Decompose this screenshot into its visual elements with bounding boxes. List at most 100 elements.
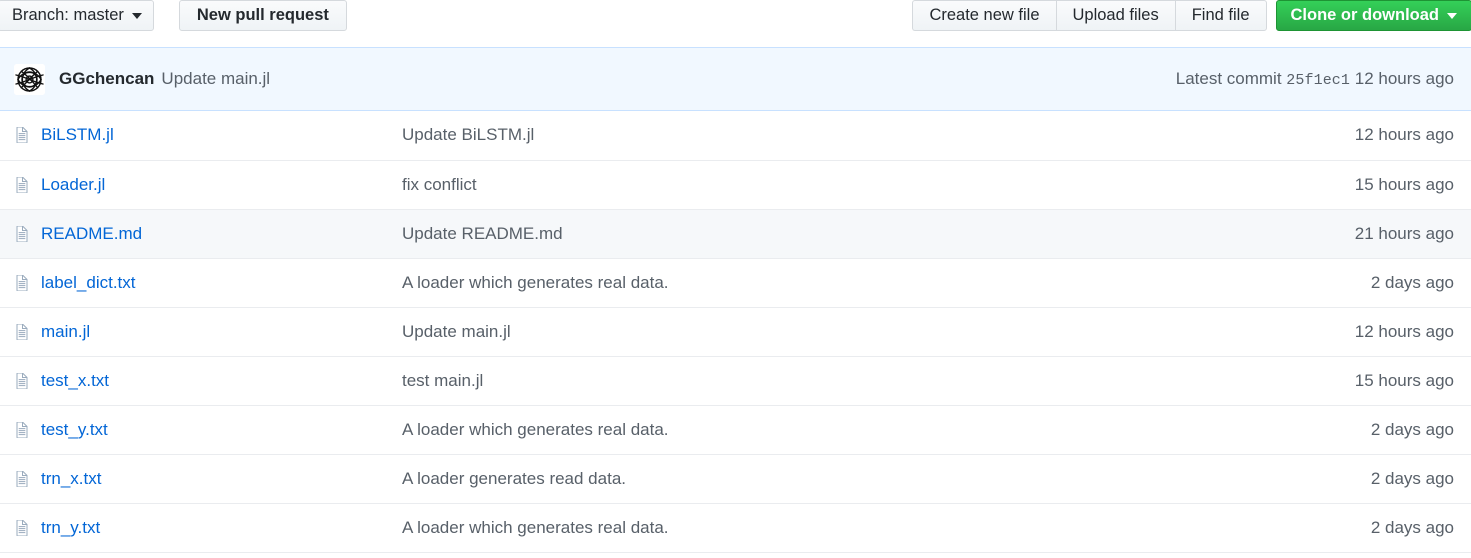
find-file-label: Find file bbox=[1191, 6, 1250, 24]
file-icon bbox=[14, 127, 41, 144]
file-name-cell: trn_y.txt bbox=[0, 503, 402, 553]
file-commit-message-link[interactable]: Update BiLSTM.jl bbox=[402, 125, 534, 144]
file-commit-age: 2 days ago bbox=[1370, 419, 1454, 439]
latest-commit-bar: GGchencan Update main.jl Latest commit 2… bbox=[0, 47, 1471, 111]
file-name-link[interactable]: test_y.txt bbox=[41, 420, 108, 440]
upload-files-button[interactable]: Upload files bbox=[1055, 0, 1175, 31]
file-icon bbox=[14, 323, 41, 340]
file-icon bbox=[14, 274, 41, 291]
commit-message-cell: A loader generates read data. bbox=[402, 454, 1263, 504]
file-commit-message-link[interactable]: fix conflict bbox=[402, 175, 477, 194]
file-commit-age: 2 days ago bbox=[1370, 517, 1454, 537]
file-commit-message-link[interactable]: A loader generates read data. bbox=[402, 469, 626, 488]
commit-age-cell: 2 days ago bbox=[1263, 503, 1471, 553]
commit-message-cell: Update README.md bbox=[402, 209, 1263, 259]
latest-commit-label: Latest commit bbox=[1175, 69, 1282, 88]
file-icon bbox=[14, 519, 41, 536]
table-row[interactable]: BiLSTM.jl Update BiLSTM.jl 12 hours ago bbox=[0, 111, 1471, 161]
toolbar-right-group: Create new file Upload files Find file C… bbox=[912, 0, 1471, 31]
latest-commit-meta: Latest commit 25f1ec1 12 hours ago bbox=[1176, 69, 1454, 89]
commit-message-cell: fix conflict bbox=[402, 160, 1263, 210]
file-name-cell: trn_x.txt bbox=[0, 454, 402, 504]
file-name-link[interactable]: BiLSTM.jl bbox=[41, 125, 114, 145]
file-name-cell: BiLSTM.jl bbox=[0, 111, 402, 161]
new-pull-request-label: New pull request bbox=[196, 6, 329, 24]
file-list-table: BiLSTM.jl Update BiLSTM.jl 12 hours ago Loa… bbox=[0, 111, 1471, 553]
chevron-down-icon bbox=[1447, 12, 1457, 19]
file-commit-message-link[interactable]: A loader which generates real data. bbox=[402, 518, 669, 537]
table-row[interactable]: main.jl Update main.jl 12 hours ago bbox=[0, 307, 1471, 357]
commit-sha[interactable]: 25f1ec1 bbox=[1286, 72, 1350, 89]
file-commit-message-link[interactable]: A loader which generates real data. bbox=[402, 273, 669, 292]
table-row[interactable]: label_dict.txt A loader which generates r… bbox=[0, 258, 1471, 308]
commit-author[interactable]: GGchencan bbox=[59, 69, 154, 89]
file-commit-message-link[interactable]: Update main.jl bbox=[402, 322, 511, 341]
file-icon bbox=[14, 225, 41, 242]
commit-age: 12 hours ago bbox=[1354, 69, 1454, 88]
commit-age-cell: 12 hours ago bbox=[1263, 307, 1471, 357]
table-row[interactable]: test_y.txt A loader which generates real … bbox=[0, 405, 1471, 455]
file-commit-message-link[interactable]: test main.jl bbox=[402, 371, 483, 390]
file-name-link[interactable]: label_dict.txt bbox=[41, 273, 136, 293]
file-name-cell: test_x.txt bbox=[0, 356, 402, 406]
repo-toolbar: Branch: master New pull request Create n… bbox=[0, 0, 1471, 37]
branch-selector-label: Branch: master bbox=[12, 6, 124, 24]
branch-selector-button[interactable]: Branch: master bbox=[0, 0, 154, 31]
file-commit-age: 12 hours ago bbox=[1354, 321, 1454, 341]
commit-age-cell: 2 days ago bbox=[1263, 405, 1471, 455]
toolbar-left-group: Branch: master New pull request bbox=[0, 0, 347, 31]
commit-message-cell: A loader which generates real data. bbox=[402, 503, 1263, 553]
file-list-body: BiLSTM.jl Update BiLSTM.jl 12 hours ago Loa… bbox=[0, 111, 1471, 553]
commit-age-cell: 2 days ago bbox=[1263, 258, 1471, 308]
commit-message-cell: Update main.jl bbox=[402, 307, 1263, 357]
clone-or-download-label: Clone or download bbox=[1290, 6, 1440, 24]
file-icon bbox=[14, 470, 41, 487]
commit-age-cell: 2 days ago bbox=[1263, 454, 1471, 504]
file-commit-age: 12 hours ago bbox=[1354, 125, 1454, 145]
commit-message-cell: Update BiLSTM.jl bbox=[402, 111, 1263, 161]
table-row[interactable]: README.md Update README.md 21 hours ago bbox=[0, 209, 1471, 259]
upload-files-label: Upload files bbox=[1072, 6, 1159, 24]
file-name-cell: test_y.txt bbox=[0, 405, 402, 455]
commit-age-cell: 15 hours ago bbox=[1263, 356, 1471, 406]
file-actions-button-group: Create new file Upload files Find file bbox=[912, 0, 1267, 31]
commit-message-cell: A loader which generates real data. bbox=[402, 405, 1263, 455]
table-row[interactable]: trn_x.txt A loader generates read data. 2 … bbox=[0, 454, 1471, 504]
file-commit-message-link[interactable]: Update README.md bbox=[402, 224, 563, 243]
table-row[interactable]: Loader.jl fix conflict 15 hours ago bbox=[0, 160, 1471, 210]
create-new-file-label: Create new file bbox=[929, 6, 1040, 24]
file-commit-age: 15 hours ago bbox=[1354, 370, 1454, 390]
file-icon bbox=[14, 372, 41, 389]
file-icon bbox=[14, 176, 41, 193]
commit-age-cell: 21 hours ago bbox=[1263, 209, 1471, 259]
commit-message-cell: A loader which generates real data. bbox=[402, 258, 1263, 308]
commit-message-cell: test main.jl bbox=[402, 356, 1263, 406]
create-new-file-button[interactable]: Create new file bbox=[912, 0, 1056, 31]
file-icon bbox=[14, 421, 41, 438]
file-commit-age: 21 hours ago bbox=[1354, 223, 1454, 243]
file-name-cell: label_dict.txt bbox=[0, 258, 402, 308]
table-row[interactable]: trn_y.txt A loader which generates real d… bbox=[0, 503, 1471, 553]
table-row[interactable]: test_x.txt test main.jl 15 hours ago bbox=[0, 356, 1471, 406]
file-name-link[interactable]: README.md bbox=[41, 224, 142, 244]
file-name-link[interactable]: Loader.jl bbox=[41, 175, 105, 195]
file-commit-age: 2 days ago bbox=[1370, 468, 1454, 488]
clone-or-download-button[interactable]: Clone or download bbox=[1275, 0, 1471, 31]
file-name-link[interactable]: main.jl bbox=[41, 322, 90, 342]
file-name-link[interactable]: trn_y.txt bbox=[41, 518, 100, 538]
file-commit-message-link[interactable]: A loader which generates real data. bbox=[402, 420, 669, 439]
file-name-cell: main.jl bbox=[0, 307, 402, 357]
file-commit-age: 15 hours ago bbox=[1354, 174, 1454, 194]
commit-message[interactable]: Update main.jl bbox=[161, 69, 270, 89]
find-file-button[interactable]: Find file bbox=[1174, 0, 1267, 31]
chevron-down-icon bbox=[131, 12, 142, 19]
commit-age-cell: 12 hours ago bbox=[1263, 111, 1471, 161]
commit-age-cell: 15 hours ago bbox=[1263, 160, 1471, 210]
new-pull-request-button[interactable]: New pull request bbox=[178, 0, 347, 31]
file-name-link[interactable]: test_x.txt bbox=[41, 371, 109, 391]
avatar[interactable] bbox=[14, 63, 45, 95]
file-name-link[interactable]: trn_x.txt bbox=[41, 469, 101, 489]
file-name-cell: Loader.jl bbox=[0, 160, 402, 210]
file-commit-age: 2 days ago bbox=[1370, 272, 1454, 292]
file-name-cell: README.md bbox=[0, 209, 402, 259]
